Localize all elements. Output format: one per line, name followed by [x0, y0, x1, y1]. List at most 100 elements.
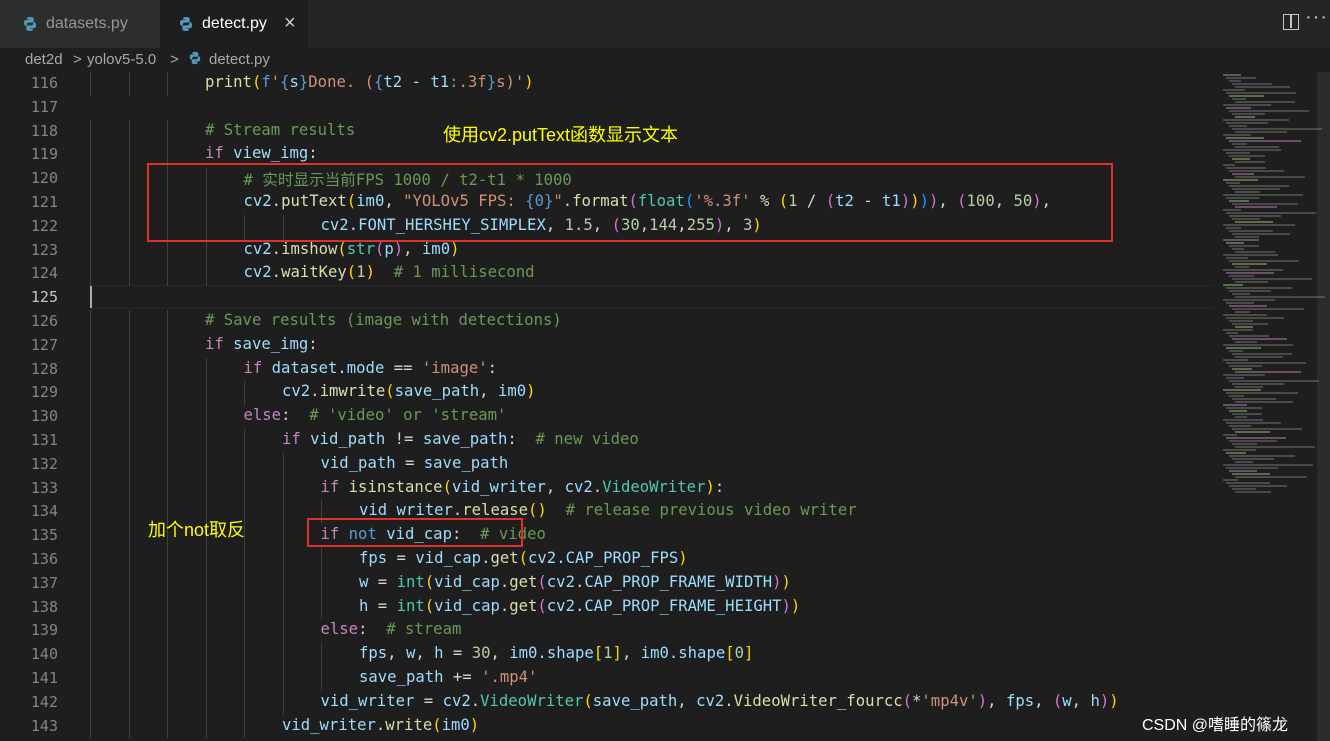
code-line[interactable]: 125 [0, 286, 1215, 310]
code-text: cv2.imwrite(save_path, im0) [282, 382, 536, 401]
minimap-line [1223, 374, 1265, 376]
minimap-line [1229, 365, 1262, 367]
highlight-box-not [307, 518, 523, 547]
minimap-line [1229, 305, 1267, 307]
code-text: save_path += '.mp4' [359, 668, 538, 686]
tab-datasets[interactable]: datasets.py [0, 0, 160, 48]
line-number: 136 [30, 550, 58, 568]
code-line[interactable]: 124 cv2.waitKey(1) # 1 millisecond [0, 262, 1215, 286]
minimap-line [1235, 431, 1270, 433]
close-icon[interactable]: × [284, 12, 296, 35]
minimap-line [1235, 341, 1257, 343]
code-line[interactable]: 140 fps, w, h = 30, im0.shape[1], im0.sha… [0, 643, 1215, 667]
indent-guide [128, 595, 130, 620]
minimap-line [1229, 155, 1265, 157]
minimap-line [1223, 104, 1271, 106]
minimap-line [1235, 116, 1255, 118]
indent-guide [205, 357, 207, 382]
minimap-line [1226, 317, 1284, 319]
indent-guide [167, 119, 168, 144]
indent-guide [90, 643, 91, 667]
scrollbar[interactable] [1317, 72, 1330, 741]
split-editor-icon[interactable] [1283, 14, 1299, 30]
indent-guide [90, 714, 91, 739]
minimap[interactable] [1215, 72, 1330, 741]
indent-guide [167, 619, 168, 644]
indent-guide [167, 333, 168, 358]
minimap-line [1226, 242, 1244, 244]
minimap-line [1223, 194, 1303, 196]
code-line[interactable]: 123 cv2.imshow(str(p), im0) [0, 239, 1215, 263]
indent-guide [128, 690, 130, 715]
code-line[interactable]: 138 h = int(vid_cap.get(cv2.CAP_PROP_FRAM… [0, 596, 1215, 620]
minimap-line [1232, 428, 1302, 430]
minimap-line [1235, 296, 1325, 298]
code-line[interactable]: 142 vid_writer = cv2.VideoWriter(save_pat… [0, 691, 1215, 715]
indent-guide [128, 143, 130, 168]
indent-guide [244, 452, 245, 477]
code-text: vid_writer.write(im0) [282, 715, 480, 734]
minimap-line [1232, 398, 1276, 400]
indent-guide [128, 381, 130, 406]
minimap-line [1226, 77, 1256, 79]
code-line[interactable]: 136 fps = vid_cap.get(cv2.CAP_PROP_FPS) [0, 548, 1215, 572]
indent-guide [167, 571, 168, 596]
code-text: vid_writer.release() # release previous … [359, 501, 857, 520]
code-line[interactable]: 141 save_path += '.mp4' [0, 667, 1215, 691]
code-line[interactable]: 129 cv2.imwrite(save_path, im0) [0, 381, 1215, 405]
minimap-line [1223, 314, 1267, 316]
code-line[interactable]: 127 if save_img: [0, 334, 1215, 358]
code-line[interactable]: 139 else: # stream [0, 619, 1215, 643]
indent-guide [128, 191, 130, 215]
indent-guide [128, 548, 130, 572]
code-line[interactable]: 143 vid_writer.write(im0) [0, 715, 1215, 739]
minimap-line [1226, 422, 1281, 424]
code-line[interactable]: 130 else: # 'video' or 'stream' [0, 405, 1215, 429]
minimap-line [1232, 458, 1274, 460]
minimap-line [1229, 245, 1259, 247]
code-line[interactable]: 133 if isinstance(vid_writer, cv2.VideoWr… [0, 477, 1215, 501]
breadcrumb-subfolder[interactable]: yolov5-5.0 [87, 51, 156, 68]
minimap-line [1232, 383, 1284, 385]
minimap-line [1223, 164, 1235, 166]
minimap-line [1232, 173, 1254, 175]
minimap-line [1226, 182, 1240, 184]
code-line[interactable]: 126 # Save results (image with detections… [0, 310, 1215, 334]
minimap-line [1232, 188, 1280, 190]
code-text: else: # stream [320, 620, 462, 639]
indent-guide [128, 72, 130, 96]
minimap-line [1235, 311, 1250, 313]
line-number: 137 [30, 573, 58, 592]
breadcrumb-file[interactable]: detect.py [209, 51, 270, 68]
indent-guide [205, 548, 207, 572]
minimap-line [1226, 197, 1259, 199]
minimap-line [1226, 92, 1296, 94]
indent-guide [128, 571, 130, 596]
code-line[interactable]: 128 if dataset.mode == 'image': [0, 358, 1215, 382]
minimap-line [1235, 236, 1259, 238]
code-line[interactable]: 116 print(f'{s}Done. ({t2 - t1:.3f}s)') [0, 72, 1215, 96]
code-line[interactable]: 131 if vid_path != save_path: # new video [0, 429, 1215, 453]
line-number: 133 [30, 478, 58, 497]
minimap-line [1223, 74, 1241, 76]
minimap-line [1229, 485, 1287, 487]
code-line[interactable]: 137 w = int(vid_cap.get(cv2.CAP_PROP_FRAM… [0, 572, 1215, 596]
minimap-line [1235, 461, 1253, 463]
minimap-line [1226, 347, 1261, 349]
code-text: fps, w, h = 30, im0.shape[1], im0.shape[… [359, 644, 754, 663]
minimap-line [1226, 257, 1248, 259]
code-line[interactable]: 132 vid_path = save_path [0, 453, 1215, 477]
indent-guide [90, 357, 91, 382]
minimap-line [1232, 143, 1247, 145]
minimap-line [1229, 440, 1277, 442]
more-actions-icon[interactable]: ··· [1305, 6, 1328, 29]
indent-guide [128, 500, 130, 525]
code-line[interactable]: 117 [0, 96, 1215, 120]
line-number: 141 [30, 669, 58, 687]
indent-guide [205, 405, 207, 429]
breadcrumb-folder[interactable]: det2d [25, 51, 63, 68]
minimap-line [1235, 446, 1315, 448]
minimap-line [1229, 290, 1271, 292]
minimap-line [1223, 224, 1295, 226]
line-number: 120 [30, 169, 58, 188]
